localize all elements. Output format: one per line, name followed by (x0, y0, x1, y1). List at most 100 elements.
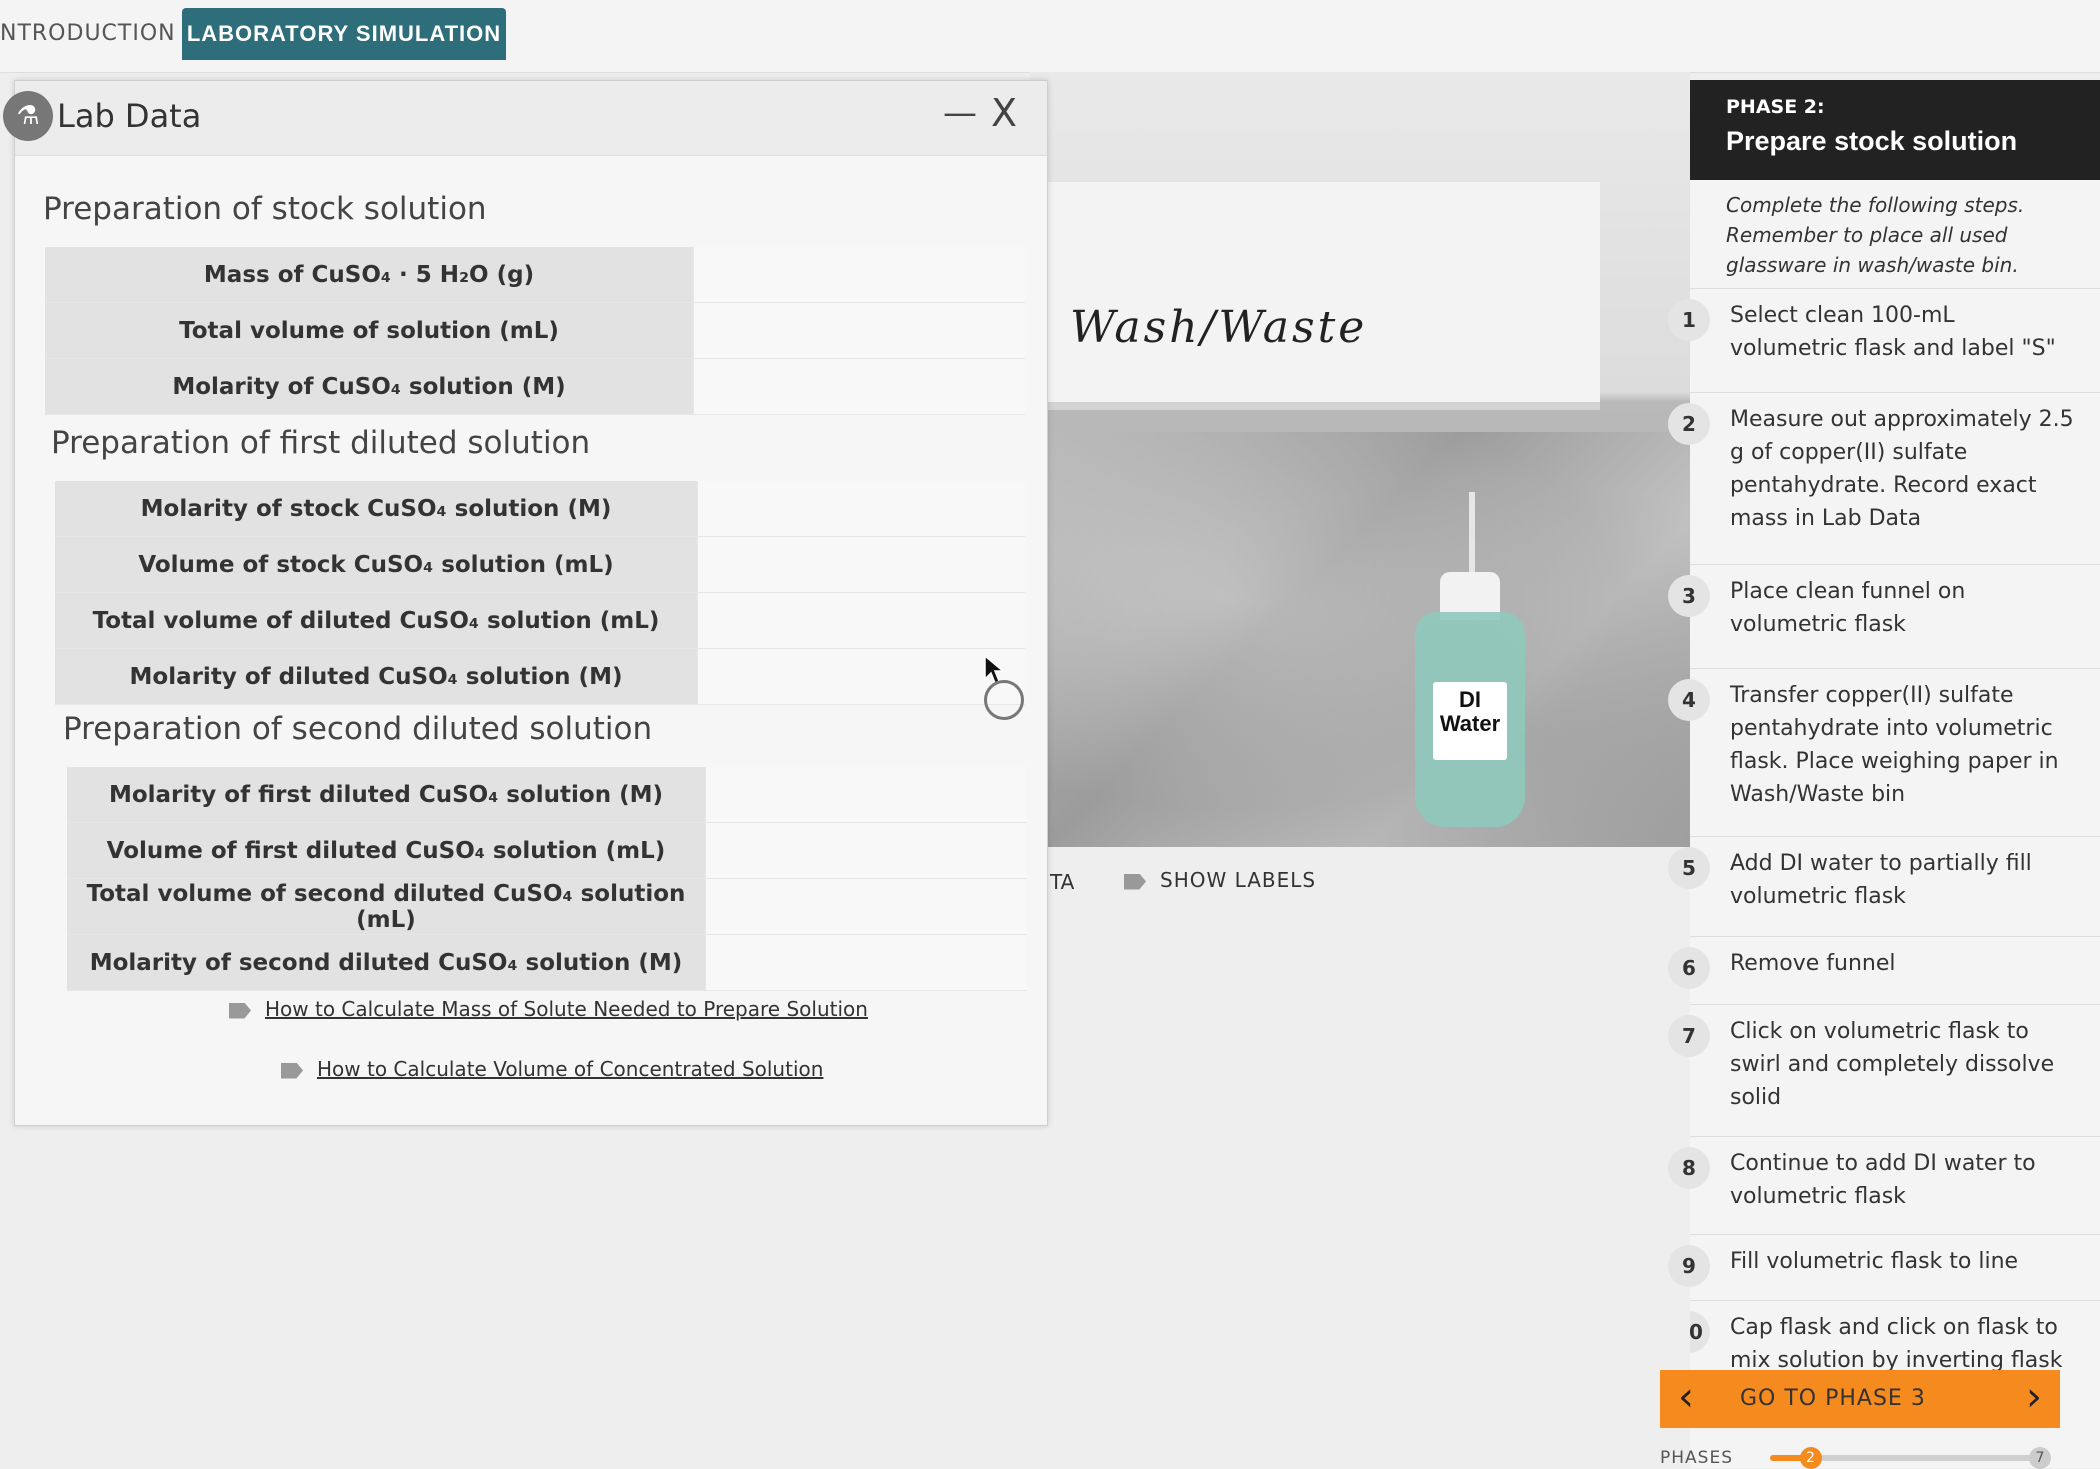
molarity-input[interactable] (693, 358, 1025, 415)
help-link-mass-of-solute[interactable]: How to Calculate Mass of Solute Needed t… (229, 997, 868, 1021)
lab-data-title: Lab Data (57, 97, 202, 135)
next-phase-label: GO TO PHASE 3 (1740, 1386, 1926, 1411)
second-total-volume-input[interactable] (705, 878, 1027, 935)
section-title-stock: Preparation of stock solution (43, 191, 487, 227)
lab-data-tool-button[interactable]: TA (1050, 870, 1074, 894)
step-number: 4 (1668, 679, 1710, 721)
step-text: Cap flask and click on flask to mix solu… (1730, 1315, 2063, 1371)
help-link-text: How to Calculate Mass of Solute Needed t… (265, 997, 868, 1021)
second-molarity-input[interactable] (705, 934, 1027, 991)
flask-icon: ⚗ (3, 91, 53, 141)
help-link-volume-concentrated[interactable]: How to Calculate Volume of Concentrated … (281, 1057, 823, 1081)
table-row: Molarity of diluted CuSO₄ solution (M) (55, 648, 1025, 705)
step-item: 9 Fill volumetric flask to line (1668, 1234, 2100, 1301)
section-title-first-dilution: Preparation of first diluted solution (51, 425, 591, 461)
row-label: Volume of stock CuSO₄ solution (mL) (55, 536, 698, 593)
go-to-next-phase-button[interactable]: ‹ GO TO PHASE 3 › (1660, 1370, 2060, 1428)
phase-intro-text: Complete the following steps. Remember t… (1726, 193, 2025, 277)
step-text: Continue to add DI water to volumetric f… (1730, 1151, 2036, 1209)
first-diluted-volume-input[interactable] (705, 822, 1027, 879)
step-text: Transfer copper(II) sulfate pentahydrate… (1730, 683, 2059, 807)
step-number: 9 (1668, 1245, 1710, 1287)
lab-scene: Wash/Waste DI Water (1030, 72, 1690, 847)
diluted-total-volume-input[interactable] (697, 592, 1025, 649)
phase-header: PHASE 2: Prepare stock solution (1690, 80, 2100, 180)
last-phase-marker[interactable]: 7 (2029, 1447, 2051, 1469)
lab-bench (1030, 432, 1690, 847)
table-row: Volume of first diluted CuSO₄ solution (… (67, 822, 1027, 879)
stock-molarity-input[interactable] (697, 481, 1025, 537)
show-labels-text: SHOW LABELS (1160, 868, 1317, 892)
lab-data-panel: ⚗ Lab Data — X Preparation of stock solu… (3, 80, 1048, 1126)
table-row: Molarity of CuSO₄ solution (M) (45, 358, 1025, 415)
step-item: 6 Remove funnel (1668, 936, 2100, 1005)
bottle-nozzle (1469, 492, 1475, 578)
current-phase-marker[interactable]: 2 (1799, 1447, 1822, 1469)
step-item: 10 Cap flask and click on flask to mix s… (1690, 1300, 2100, 1371)
di-water-bottle[interactable]: DI Water (1415, 492, 1525, 827)
row-label: Volume of first diluted CuSO₄ solution (… (67, 822, 706, 879)
row-label: Molarity of CuSO₄ solution (M) (45, 358, 694, 415)
step-number: 2 (1668, 403, 1710, 445)
chevron-left-icon[interactable]: ‹ (1678, 1374, 1694, 1420)
mass-input[interactable] (693, 247, 1025, 303)
table-row: Molarity of second diluted CuSO₄ solutio… (67, 934, 1027, 991)
table-row: Total volume of diluted CuSO₄ solution (… (55, 592, 1025, 649)
phase-progress-slider[interactable]: 2 7 (1770, 1447, 2051, 1469)
phase-instructions-panel: PHASE 2: Prepare stock solution Complete… (1660, 80, 2100, 1469)
bottle-label: DI Water (1433, 682, 1507, 760)
tag-icon (1124, 873, 1146, 890)
stock-solution-table: Mass of CuSO₄ · 5 H₂O (g) Total volume o… (45, 247, 1025, 415)
stock-volume-input[interactable] (697, 536, 1025, 593)
row-label: Mass of CuSO₄ · 5 H₂O (g) (45, 247, 694, 303)
table-row: Mass of CuSO₄ · 5 H₂O (g) (45, 247, 1025, 303)
tag-icon (281, 1062, 303, 1079)
step-item: 3 Place clean funnel on volumetric flask (1668, 564, 2100, 669)
bottle-label-line1: DI (1459, 687, 1481, 712)
diluted-molarity-input[interactable] (697, 648, 1025, 705)
step-item: 1 Select clean 100-mL volumetric flask a… (1668, 288, 2100, 393)
second-dilution-table: Molarity of first diluted CuSO₄ solution… (67, 767, 1027, 991)
section-title-second-dilution: Preparation of second diluted solution (63, 711, 653, 747)
first-dilution-table: Molarity of stock CuSO₄ solution (M) Vol… (55, 481, 1025, 705)
lab-data-header[interactable]: ⚗ Lab Data — X (3, 81, 1047, 156)
table-row: Molarity of first diluted CuSO₄ solution… (67, 767, 1027, 823)
row-label: Total volume of solution (mL) (45, 302, 694, 359)
step-text: Select clean 100-mL volumetric flask and… (1730, 303, 2056, 361)
not-allowed-icon (984, 680, 1024, 720)
table-row: Molarity of stock CuSO₄ solution (M) (55, 481, 1025, 537)
step-item: 5 Add DI water to partially fill volumet… (1668, 836, 2100, 937)
step-number: 5 (1668, 847, 1710, 889)
step-item: 2 Measure out approximately 2.5 g of cop… (1668, 392, 2100, 565)
wash-waste-bin[interactable] (1030, 182, 1600, 410)
phase-label: PHASE 2: (1726, 96, 1825, 118)
show-labels-button[interactable]: SHOW LABELS (1124, 868, 1316, 892)
close-icon[interactable]: X (991, 91, 1017, 135)
wash-waste-label: Wash/Waste (1070, 302, 1368, 353)
help-link-text: How to Calculate Volume of Concentrated … (317, 1057, 824, 1081)
row-label: Total volume of diluted CuSO₄ solution (… (55, 592, 698, 649)
top-tab-bar: NTRODUCTION LABORATORY SIMULATION (0, 0, 2100, 73)
step-number: 3 (1668, 575, 1710, 617)
row-label: Molarity of first diluted CuSO₄ solution… (67, 767, 706, 823)
step-text: Place clean funnel on volumetric flask (1730, 579, 1966, 637)
row-label: Molarity of second diluted CuSO₄ solutio… (67, 934, 706, 991)
row-label: Total volume of second diluted CuSO₄ sol… (67, 878, 706, 935)
bottle-label-line2: Water (1439, 711, 1501, 736)
step-text: Fill volumetric flask to line (1730, 1249, 2019, 1274)
step-number: 1 (1668, 299, 1710, 341)
step-item: 7 Click on volumetric flask to swirl and… (1668, 1004, 2100, 1137)
phases-label: PHASES (1660, 1448, 1733, 1468)
step-item: 4 Transfer copper(II) sulfate pentahydra… (1668, 668, 2100, 837)
step-text: Measure out approximately 2.5 g of coppe… (1730, 407, 2074, 531)
step-number: 8 (1668, 1147, 1710, 1189)
total-volume-input[interactable] (693, 302, 1025, 359)
row-label: Molarity of stock CuSO₄ solution (M) (55, 481, 698, 537)
step-text: Add DI water to partially fill volumetri… (1730, 851, 2032, 909)
table-row: Volume of stock CuSO₄ solution (mL) (55, 536, 1025, 593)
tab-introduction[interactable]: NTRODUCTION (0, 8, 175, 60)
tab-laboratory-simulation[interactable]: LABORATORY SIMULATION (182, 8, 506, 60)
chevron-right-icon[interactable]: › (2026, 1374, 2042, 1420)
first-diluted-molarity-input[interactable] (705, 767, 1027, 823)
minimize-icon[interactable]: — (943, 93, 977, 133)
